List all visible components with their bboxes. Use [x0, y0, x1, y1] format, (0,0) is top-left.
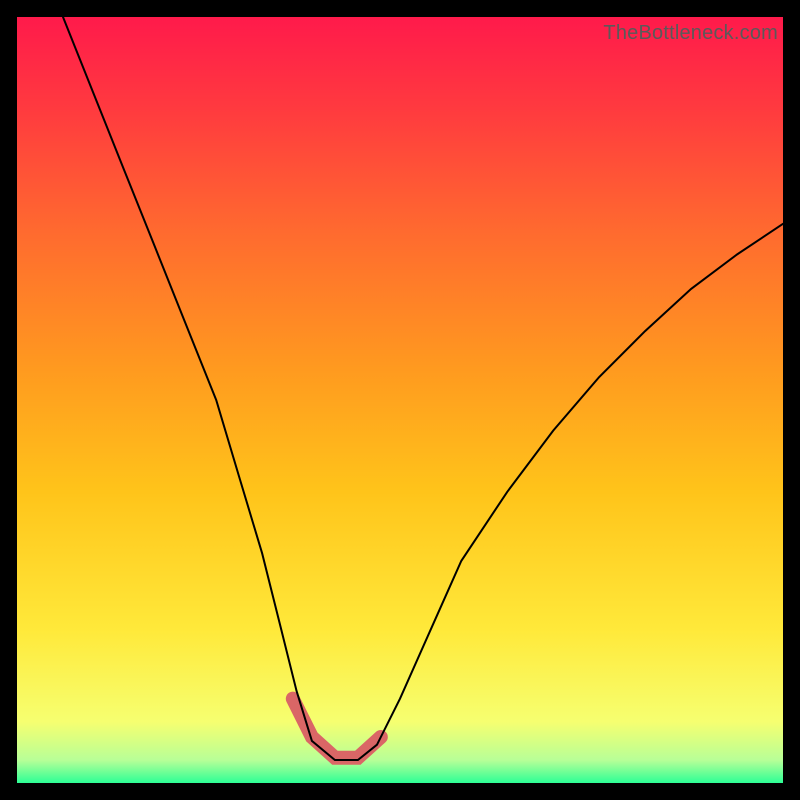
- watermark-text: TheBottleneck.com: [603, 22, 778, 45]
- bottleneck-curve: [63, 17, 783, 760]
- bottleneck-curve-svg: [17, 17, 783, 783]
- optimal-range-marker: [293, 699, 381, 758]
- chart-area: [17, 17, 783, 783]
